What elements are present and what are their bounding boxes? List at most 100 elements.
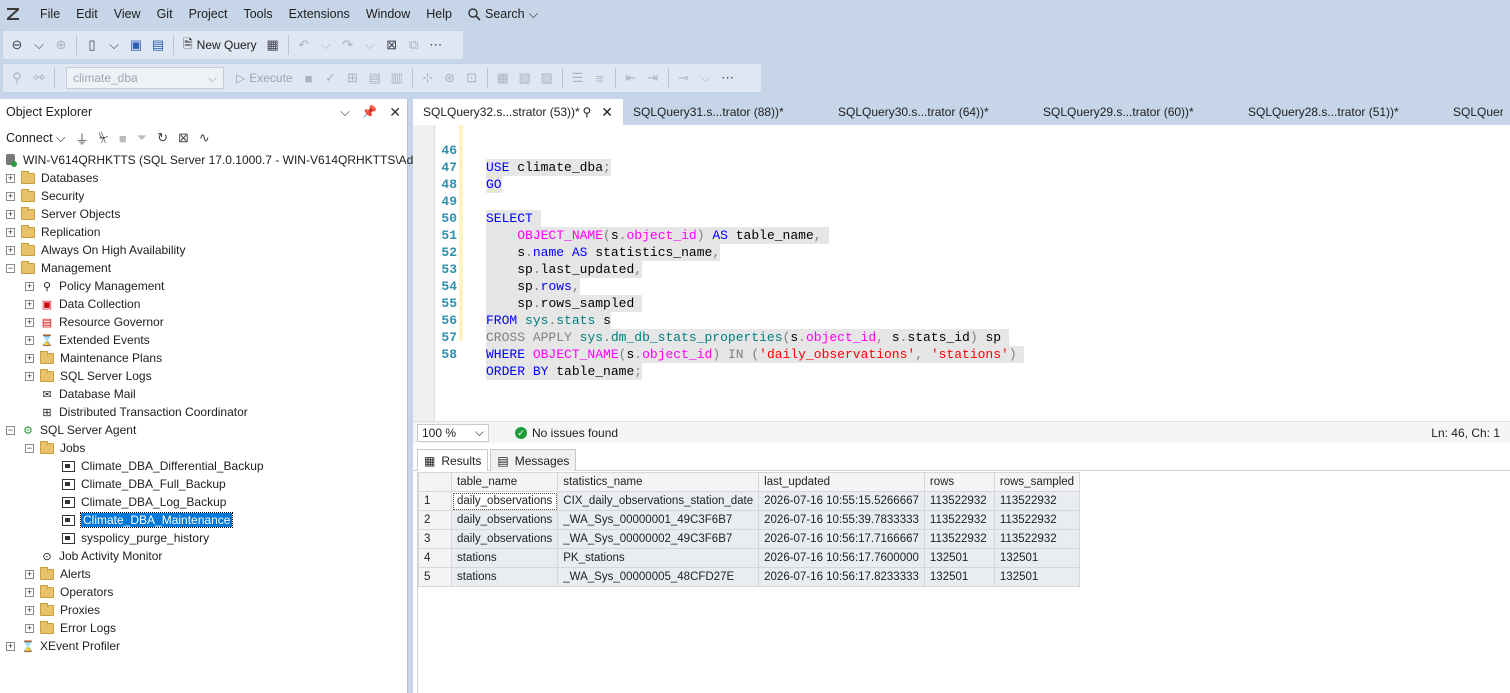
table-cell[interactable]: 2026-07-16 10:55:39.7833333 [758,510,925,530]
results-text-icon[interactable]: ▦ [493,67,513,89]
database-select[interactable]: climate_dba ⌵ [66,67,224,89]
save-all-icon[interactable]: ▤ [148,34,168,56]
results-to-icon[interactable]: ▥ [387,67,407,89]
expand-icon[interactable]: + [6,173,15,183]
menu-git[interactable]: Git [149,0,181,28]
tree-node-replication[interactable]: + Replication [0,223,407,241]
table-cell[interactable]: 2026-07-16 10:56:17.7600000 [758,548,925,568]
collapse-icon[interactable]: − [6,263,15,273]
disconnect-icon[interactable]: ⚯ [29,67,49,89]
close-icon[interactable]: ✕ [389,104,401,121]
new-file-icon[interactable]: ▯ [82,34,102,56]
tree-node-data-collection[interactable]: + ▣ Data Collection [0,295,407,313]
table-cell[interactable]: daily_observations [450,510,559,530]
table-cell[interactable]: 2026-07-16 10:56:17.8233333 [758,567,925,587]
expand-icon[interactable]: + [6,641,15,651]
refresh-icon[interactable]: ↻ [157,130,168,146]
expand-icon[interactable]: + [25,353,34,363]
table-cell[interactable]: stations [450,548,559,568]
tab-sqlquery29[interactable]: SQLQuery29.s...trator (60))* [1033,99,1238,125]
expand-icon[interactable]: + [25,623,34,633]
activity-monitor-icon[interactable]: ⊠ [382,34,402,56]
tree-node-server-objects[interactable]: + Server Objects [0,205,407,223]
client-stats-icon[interactable]: ⊡ [462,67,482,89]
tree-node-job[interactable]: syspolicy_purge_history [0,529,407,547]
tree-node-resource-governor[interactable]: + ▤ Resource Governor [0,313,407,331]
chevron-down-icon[interactable]: ⌵ [340,105,349,120]
table-cell[interactable]: _WA_Sys_00000005_48CFD27E [557,567,760,587]
table-cell[interactable]: 2026-07-16 10:56:17.7166667 [758,529,925,549]
tree-node-job-activity-monitor[interactable]: ⊙ Job Activity Monitor [0,547,407,565]
tree-node-jobs[interactable]: − Jobs [0,439,407,457]
menu-help[interactable]: Help [418,0,460,28]
table-cell[interactable]: stations [450,567,559,587]
menu-tools[interactable]: Tools [235,0,280,28]
table-cell[interactable]: 113522932 [923,529,995,549]
query-options-icon[interactable]: ▦ [263,34,283,56]
window-icon[interactable]: ⧉ [404,34,424,56]
comment-icon[interactable]: ☰ [568,67,588,89]
forward-icon[interactable]: ⊕ [51,34,71,56]
overflow-icon[interactable]: ⋯ [718,67,738,89]
row-number-cell[interactable]: 5 [418,567,452,587]
tree-node-policy-management[interactable]: + ⚲ Policy Management [0,277,407,295]
table-cell[interactable]: 132501 [993,567,1081,587]
tree-node-job[interactable]: Climate_DBA_Differential_Backup [0,457,407,475]
tree-node-xevent-profiler[interactable]: + ⌛ XEvent Profiler [0,637,407,655]
tree-node-job[interactable]: Climate_DBA_Log_Backup [0,493,407,511]
table-cell[interactable]: 113522932 [993,491,1081,511]
expand-icon[interactable]: + [25,335,34,345]
table-cell[interactable]: daily_observations [450,491,559,511]
close-icon[interactable]: ✕ [601,104,613,121]
table-cell[interactable]: 113522932 [993,510,1081,530]
expand-icon[interactable]: + [6,227,15,237]
row-number-cell[interactable]: 4 [418,548,452,568]
tab-results[interactable]: ▦ Results [417,449,489,471]
new-file-dropdown-icon[interactable]: ⌵ [104,34,124,56]
estimated-plan-icon[interactable]: ⊞ [343,67,363,89]
expand-icon[interactable]: + [6,209,15,219]
tab-sqlquery30[interactable]: SQLQuery30.s...trator (64))* [828,99,1033,125]
row-number-cell[interactable]: 1 [418,491,452,511]
table-cell[interactable]: 113522932 [923,510,995,530]
toolbar-dropdown-icon[interactable]: ⌵ [696,67,716,89]
menu-view[interactable]: View [106,0,149,28]
back-dropdown-icon[interactable]: ⌵ [29,34,49,56]
collapse-icon[interactable]: − [6,425,15,435]
expand-icon[interactable]: + [25,281,34,291]
expand-icon[interactable]: + [6,245,15,255]
table-cell[interactable]: daily_observations [450,529,559,549]
results-grid-icon[interactable]: ▧ [515,67,535,89]
expand-icon[interactable]: + [25,587,34,597]
column-header[interactable]: rows [923,472,995,492]
overflow-icon[interactable]: ⋯ [426,34,446,56]
parse-icon[interactable]: ✓ [321,67,341,89]
table-cell[interactable]: 132501 [923,548,995,568]
expand-icon[interactable]: + [25,569,34,579]
expand-icon[interactable]: + [25,605,34,615]
uncomment-icon[interactable]: ≡ [590,67,610,89]
redo-icon[interactable]: ↷ [338,34,358,56]
query-designer-icon[interactable]: ▤ [365,67,385,89]
tree-node-management[interactable]: − Management [0,259,407,277]
tree-node-always-on[interactable]: + Always On High Availability [0,241,407,259]
column-header[interactable]: rows_sampled [993,472,1081,492]
tab-sqlquery28[interactable]: SQLQuery28.s...trator (51))* [1238,99,1443,125]
tree-node-error-logs[interactable]: + Error Logs [0,619,407,637]
tree-node-dtc[interactable]: ⊞ Distributed Transaction Coordinator [0,403,407,421]
connect-plug-icon[interactable]: ⏚ [76,129,89,148]
column-header[interactable]: table_name [450,472,559,492]
tab-sqlquery2[interactable]: SQLQuery2 [1443,99,1503,125]
tree-node-sql-server-agent[interactable]: − ⚙ SQL Server Agent [0,421,407,439]
table-cell[interactable]: _WA_Sys_00000001_49C3F6B7 [557,510,760,530]
menu-file[interactable]: File [32,0,68,28]
menu-extensions[interactable]: Extensions [281,0,358,28]
new-query-button[interactable]: 🗎 New Query [179,35,261,56]
live-stats-icon[interactable]: ⊛ [440,67,460,89]
table-cell[interactable]: PK_stations [557,548,760,568]
table-cell[interactable]: 113522932 [923,491,995,511]
tree-node-job-selected[interactable]: Climate_DBA_Maintenance [0,511,407,529]
tree-node-database-mail[interactable]: ✉ Database Mail [0,385,407,403]
activity-monitor-icon[interactable]: ⊠ [178,130,189,146]
table-cell[interactable]: 132501 [993,548,1081,568]
